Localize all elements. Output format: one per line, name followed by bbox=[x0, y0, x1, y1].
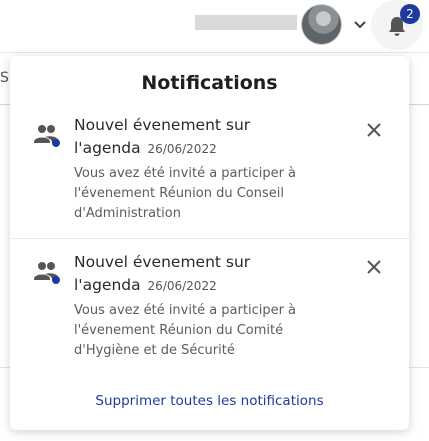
panel-title: Notifications bbox=[141, 72, 278, 94]
notification-title-line2: l'agenda bbox=[74, 139, 141, 157]
notification-body: Vous avez été invité a participer à l'év… bbox=[74, 166, 297, 221]
notification-title-line2: l'agenda bbox=[74, 276, 141, 294]
notification-item[interactable]: Nouvel évenement sur l'agenda 26/06/2022… bbox=[10, 251, 409, 371]
clear-all-notifications-link[interactable]: Supprimer toutes les notifications bbox=[10, 393, 409, 409]
notification-date: 26/06/2022 bbox=[147, 279, 217, 293]
notification-date: 26/06/2022 bbox=[147, 142, 217, 156]
notification-title-line1: Nouvel évenement sur bbox=[74, 116, 251, 134]
avatar[interactable] bbox=[301, 4, 342, 45]
background-text: S bbox=[0, 70, 9, 86]
notification-count-badge: 2 bbox=[400, 4, 420, 24]
chevron-down-icon[interactable] bbox=[352, 16, 368, 32]
notifications-panel: Notifications Nouvel évenement sur l'age… bbox=[10, 56, 409, 430]
notifications-button[interactable]: 2 bbox=[371, 0, 423, 50]
notification-item[interactable]: Nouvel évenement sur l'agenda 26/06/2022… bbox=[10, 114, 409, 239]
username-placeholder bbox=[195, 15, 297, 30]
notification-title: Nouvel évenement sur l'agenda 26/06/2022 bbox=[74, 251, 324, 298]
close-icon[interactable] bbox=[366, 259, 382, 275]
people-icon bbox=[34, 262, 60, 284]
people-icon bbox=[34, 125, 60, 147]
notification-title-line1: Nouvel évenement sur bbox=[74, 253, 251, 271]
top-header: 2 bbox=[0, 0, 429, 53]
notification-title: Nouvel évenement sur l'agenda 26/06/2022 bbox=[74, 114, 324, 161]
close-icon[interactable] bbox=[366, 122, 382, 138]
notification-body: Vous avez été invité a participer à l'év… bbox=[74, 303, 297, 358]
